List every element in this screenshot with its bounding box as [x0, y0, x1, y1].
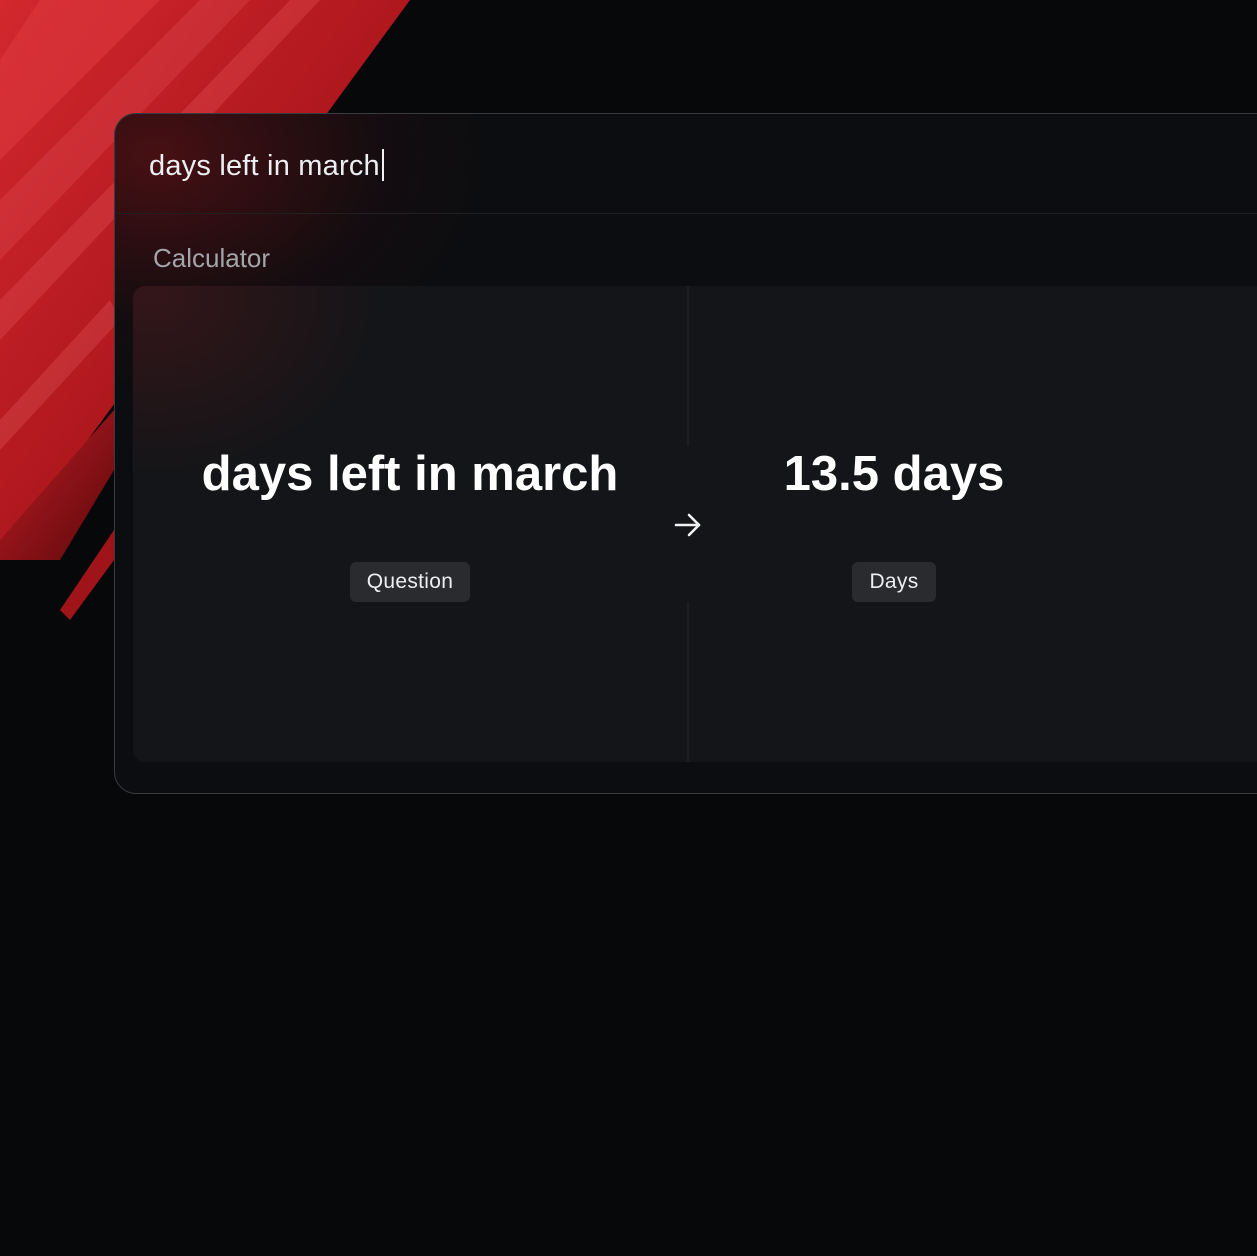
text-caret	[381, 149, 384, 181]
search-query-text: days left in march	[149, 150, 380, 182]
search-input[interactable]: days left in march	[149, 148, 384, 184]
answer-panel: 13.5 days Days	[689, 286, 1099, 762]
calculator-result-card[interactable]: days left in march Question 13.5 days Da…	[133, 286, 1257, 762]
section-title: Calculator	[153, 243, 271, 273]
question-panel: days left in march Question	[133, 286, 687, 762]
question-badge: Question	[349, 562, 471, 602]
launcher-window: days left in march Calculator days left …	[114, 113, 1257, 794]
answer-badge: Days	[852, 562, 936, 602]
desktop: days left in march Calculator days left …	[0, 0, 1257, 1256]
search-bar[interactable]: days left in march	[115, 114, 1257, 214]
answer-text: 13.5 days	[783, 447, 1005, 501]
question-text: days left in march	[201, 447, 619, 501]
